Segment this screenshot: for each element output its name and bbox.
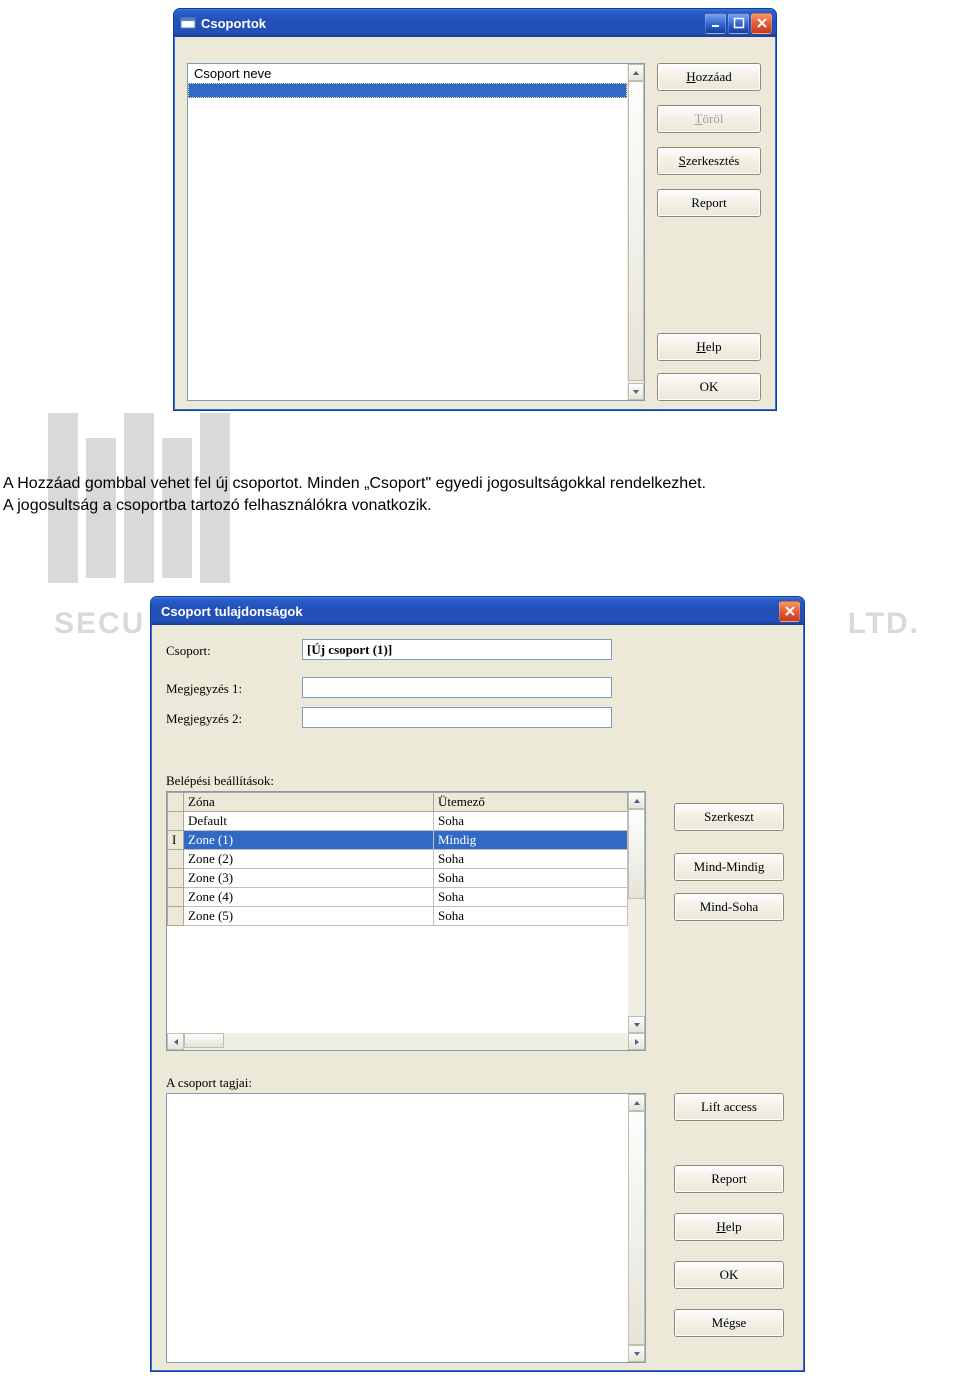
titlebar-title: Csoportok [201,16,705,31]
label-members: A csoport tagjai: [166,1075,252,1091]
row-header[interactable]: I [168,831,184,850]
titlebar-properties[interactable]: Csoport tulajdonságok [151,597,804,625]
input-note1[interactable] [302,677,612,698]
scroll-up-button[interactable] [628,64,644,81]
cell-zone[interactable]: Zone (1) [184,831,434,850]
report-button[interactable]: Report [674,1165,784,1193]
help-button[interactable]: Help [657,333,761,361]
input-note2[interactable] [302,707,612,728]
row-header[interactable] [168,869,184,888]
table-row[interactable]: Zone (4)Soha [168,888,628,907]
add-button[interactable]: HHozzáadozzáad [657,63,761,91]
scroll-down-button[interactable] [628,1345,645,1362]
cell-zone[interactable]: Zone (4) [184,888,434,907]
cell-scheduler[interactable]: Soha [434,850,628,869]
table-row[interactable]: IZone (1)Mindig [168,831,628,850]
row-header[interactable] [168,812,184,831]
scroll-right-button[interactable] [628,1033,645,1050]
row-header[interactable] [168,850,184,869]
ok-button[interactable]: OK [674,1261,784,1289]
window-group-properties: Csoport tulajdonságok Csoport: [Új csopo… [150,596,805,1372]
watermark-text-right: LTD. [848,607,920,641]
table-row[interactable]: Zone (3)Soha [168,869,628,888]
cell-zone[interactable]: Zone (3) [184,869,434,888]
para-line1: A Hozzáad gombbal vehet fel új csoportot… [3,475,706,492]
edit-button[interactable]: Szerkesztés [657,147,761,175]
cell-scheduler[interactable]: Soha [434,869,628,888]
ok-button[interactable]: OK [657,373,761,401]
scroll-thumb[interactable] [628,81,644,381]
row-header[interactable] [168,888,184,907]
table-row[interactable]: Zone (2)Soha [168,850,628,869]
app-icon [180,15,196,31]
close-button[interactable] [751,13,772,34]
edit-zone-button[interactable]: Szerkeszt [674,803,784,831]
titlebar-groups[interactable]: Csoportok [174,9,776,37]
members-scrollbar[interactable] [628,1094,645,1362]
column-header-zone[interactable]: Zóna [184,793,434,812]
table-row[interactable]: Zone (5)Soha [168,907,628,926]
members-listbox[interactable] [166,1093,646,1363]
grid-scrollbar-horizontal[interactable] [167,1033,645,1050]
document-paragraph: A Hozzáad gombbal vehet fel új csoportot… [3,473,957,517]
label-note1: Megjegyzés 1: [166,681,242,697]
close-button[interactable] [779,601,800,622]
input-group-name[interactable]: [Új csoport (1)] [302,639,612,660]
scroll-thumb-h[interactable] [184,1033,224,1048]
minimize-button[interactable] [705,13,726,34]
cell-zone[interactable]: Zone (2) [184,850,434,869]
delete-button: Töröl [657,105,761,133]
zone-grid[interactable]: Zóna Ütemező DefaultSohaIZone (1)MindigZ… [166,791,646,1051]
list-selected-row[interactable] [188,83,627,98]
para-line2: A jogosultság a csoportba tartozó felhas… [3,497,432,514]
report-button[interactable]: Report [657,189,761,217]
scroll-up-button[interactable] [628,1094,645,1111]
label-group: Csoport: [166,643,211,659]
cell-scheduler[interactable]: Soha [434,888,628,907]
scroll-thumb[interactable] [628,1111,645,1345]
watermark-text-left: SECU [54,607,145,641]
cell-zone[interactable]: Default [184,812,434,831]
help-button[interactable]: Help [674,1213,784,1241]
cell-zone[interactable]: Zone (5) [184,907,434,926]
scroll-up-button[interactable] [628,792,645,809]
groups-listbox[interactable]: Csoport neve [187,63,645,401]
cell-scheduler[interactable]: Mindig [434,831,628,850]
window-groups: Csoportok Csoport neve HHozzáadozzáad Tö… [173,8,777,411]
grid-scrollbar-vertical[interactable] [628,792,645,1033]
all-never-button[interactable]: Mind-Soha [674,893,784,921]
scroll-left-button[interactable] [167,1033,184,1050]
lift-access-button[interactable]: Lift access [674,1093,784,1121]
titlebar-title: Csoport tulajdonságok [157,604,779,619]
scroll-down-button[interactable] [628,383,644,400]
label-access-settings: Belépési beállítások: [166,773,274,789]
maximize-button[interactable] [728,13,749,34]
table-row[interactable]: DefaultSoha [168,812,628,831]
all-always-button[interactable]: Mind-Mindig [674,853,784,881]
column-header-scheduler[interactable]: Ütemező [434,793,628,812]
grid-corner [168,793,184,812]
cancel-button[interactable]: Mégse [674,1309,784,1337]
scroll-down-button[interactable] [628,1016,645,1033]
cell-scheduler[interactable]: Soha [434,907,628,926]
cell-scheduler[interactable]: Soha [434,812,628,831]
scrollbar-vertical[interactable] [627,64,644,400]
label-note2: Megjegyzés 2: [166,711,242,727]
row-header[interactable] [168,907,184,926]
scroll-thumb[interactable] [628,809,645,899]
list-header: Csoport neve [188,64,644,83]
